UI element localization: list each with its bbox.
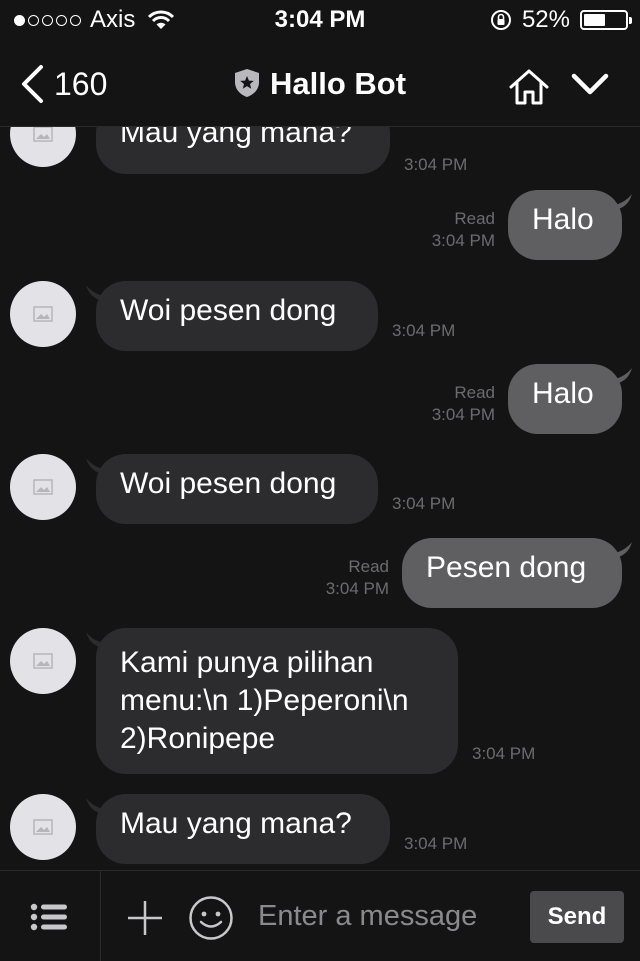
battery-percent: 52% bbox=[521, 6, 570, 33]
message-row-incoming: Mau yang mana? 3:04 PM bbox=[0, 127, 640, 175]
message-meta: Read 3:04 PM bbox=[290, 556, 389, 600]
message-text: Woi pesen dong bbox=[120, 467, 337, 500]
message-time: 3:04 PM bbox=[472, 744, 536, 763]
battery-icon bbox=[580, 10, 632, 30]
message-time: 3:04 PM bbox=[392, 494, 456, 513]
message-list[interactable]: Mau yang mana? 3:04 PM Read 3:04 PM Halo… bbox=[0, 127, 640, 870]
chevron-down-icon[interactable] bbox=[570, 70, 610, 100]
message-time: 3:04 PM bbox=[325, 579, 389, 598]
message-time: 3:04 PM bbox=[404, 834, 468, 853]
avatar[interactable] bbox=[10, 127, 76, 167]
message-meta: Read 3:04 PM bbox=[400, 382, 495, 426]
avatar[interactable] bbox=[10, 281, 76, 347]
image-placeholder-icon bbox=[33, 819, 53, 835]
message-bubble[interactable]: Halo bbox=[508, 190, 622, 260]
send-button[interactable]: Send bbox=[530, 891, 624, 943]
message-time: 3:04 PM bbox=[431, 231, 495, 250]
message-text: Woi pesen dong bbox=[120, 294, 337, 327]
message-bubble[interactable]: Mau yang mana? bbox=[96, 127, 390, 174]
image-placeholder-icon bbox=[33, 479, 53, 495]
message-text: Mau yang mana? bbox=[120, 127, 352, 149]
message-input[interactable] bbox=[258, 893, 520, 939]
avatar[interactable] bbox=[10, 794, 76, 860]
message-text: Pesen dong bbox=[426, 551, 587, 584]
image-placeholder-icon bbox=[33, 653, 53, 669]
image-placeholder-icon bbox=[33, 306, 53, 322]
message-bubble[interactable]: Mau yang mana? bbox=[96, 794, 390, 864]
message-bubble[interactable]: Woi pesen dong bbox=[96, 454, 378, 524]
message-text: Mau yang mana? bbox=[120, 807, 352, 840]
rotation-lock-icon bbox=[490, 10, 511, 30]
avatar[interactable] bbox=[10, 628, 76, 694]
chat-title-text: Hallo Bot bbox=[269, 66, 407, 101]
message-row-incoming: Woi pesen dong 3:04 PM bbox=[0, 281, 640, 351]
message-bubble[interactable]: Woi pesen dong bbox=[96, 281, 378, 351]
message-row-outgoing: Read 3:04 PM Halo bbox=[0, 190, 640, 260]
message-bubble[interactable]: Kami punya pilihan menu:\n 1)Peperoni\n … bbox=[96, 628, 458, 774]
message-row-outgoing: Read 3:04 PM Pesen dong bbox=[0, 538, 640, 608]
message-bubble[interactable]: Halo bbox=[508, 364, 622, 434]
emoji-icon[interactable] bbox=[188, 895, 234, 941]
official-shield-icon bbox=[234, 69, 259, 97]
image-placeholder-icon bbox=[33, 127, 53, 142]
message-row-incoming: Woi pesen dong 3:04 PM bbox=[0, 454, 640, 524]
divider bbox=[100, 871, 101, 961]
message-meta: Read 3:04 PM bbox=[400, 208, 495, 252]
chat-header: 160 Hallo Bot bbox=[0, 40, 640, 127]
plus-icon[interactable] bbox=[126, 899, 164, 937]
message-time: 3:04 PM bbox=[404, 155, 468, 174]
read-receipt: Read bbox=[348, 557, 389, 576]
message-bubble[interactable]: Pesen dong bbox=[402, 538, 622, 608]
message-row-outgoing: Read 3:04 PM Halo bbox=[0, 364, 640, 434]
bubble-tail bbox=[610, 368, 632, 384]
home-icon[interactable] bbox=[508, 68, 550, 106]
read-receipt: Read bbox=[454, 209, 495, 228]
message-row-incoming: Kami punya pilihan menu:\n 1)Peperoni\n … bbox=[0, 628, 640, 774]
bubble-tail bbox=[610, 542, 632, 558]
status-bar: Axis 3:04 PM 52% bbox=[0, 0, 640, 40]
read-receipt: Read bbox=[454, 383, 495, 402]
bubble-tail bbox=[610, 194, 632, 210]
message-composer: Send bbox=[0, 870, 640, 961]
message-text: Kami punya pilihan menu:\n 1)Peperoni\n … bbox=[120, 646, 409, 755]
message-time: 3:04 PM bbox=[431, 405, 495, 424]
message-row-incoming: Mau yang mana? 3:04 PM bbox=[0, 794, 640, 864]
message-time: 3:04 PM bbox=[392, 321, 456, 340]
message-text: Halo bbox=[532, 377, 594, 410]
avatar[interactable] bbox=[10, 454, 76, 520]
menu-list-icon[interactable] bbox=[30, 903, 68, 931]
message-text: Halo bbox=[532, 203, 594, 236]
